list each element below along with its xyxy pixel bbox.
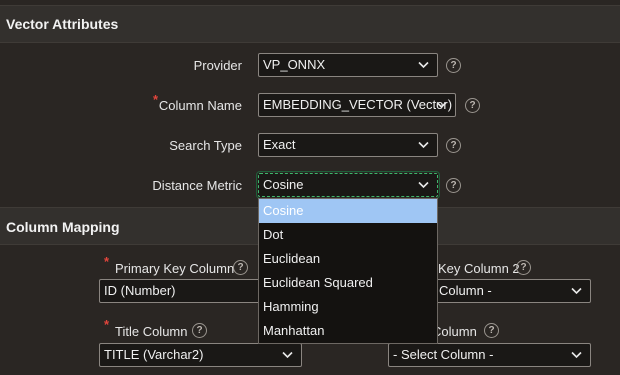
chevron-down-icon <box>418 61 429 69</box>
help-icon[interactable]: ? <box>446 178 461 193</box>
primary-key-select[interactable]: ID (Number) <box>99 279 279 303</box>
primary-key-value: ID (Number) <box>104 283 176 298</box>
fourth-column-select[interactable]: - Select Column - <box>388 343 591 367</box>
option-euclidean[interactable]: Euclidean <box>259 247 437 271</box>
required-asterisk: * <box>104 254 110 269</box>
provider-label: Provider <box>193 58 242 73</box>
chevron-down-icon <box>418 141 429 149</box>
title-column-value: TITLE (Varchar2) <box>104 347 204 362</box>
column-name-value: EMBEDDING_VECTOR (Vector) <box>263 97 453 112</box>
help-icon[interactable]: ? <box>516 260 531 275</box>
help-icon[interactable]: ? <box>233 260 248 275</box>
chevron-down-icon <box>418 181 429 189</box>
help-icon[interactable]: ? <box>192 323 207 338</box>
vector-attributes-title: Vector Attributes <box>6 16 119 32</box>
search-type-value: Exact <box>263 137 296 152</box>
primary-key-2-value: Column - <box>439 283 492 298</box>
column-name-select[interactable]: EMBEDDING_VECTOR (Vector) <box>258 93 456 117</box>
primary-key-label: Primary Key Column <box>115 261 235 276</box>
provider-select[interactable]: VP_ONNX <box>258 53 438 77</box>
required-asterisk: * <box>104 317 110 332</box>
column-mapping-title: Column Mapping <box>6 219 120 235</box>
distance-metric-label: Distance Metric <box>152 178 242 193</box>
search-type-select[interactable]: Exact <box>258 133 438 157</box>
distance-metric-select[interactable]: Cosine <box>256 171 440 199</box>
help-icon[interactable]: ? <box>446 58 461 73</box>
title-column-select[interactable]: TITLE (Varchar2) <box>99 343 302 367</box>
distance-metric-listbox: Cosine Dot Euclidean Euclidean Squared H… <box>258 198 438 344</box>
column-name-label: Column Name <box>158 98 242 113</box>
required-asterisk: * <box>153 92 159 107</box>
chevron-down-icon <box>282 351 293 359</box>
help-icon[interactable]: ? <box>465 98 480 113</box>
chevron-down-icon <box>571 351 582 359</box>
help-icon[interactable]: ? <box>446 138 461 153</box>
chevron-down-icon <box>571 287 582 295</box>
option-euclidean-squared[interactable]: Euclidean Squared <box>259 271 437 295</box>
primary-key-2-label: Key Column 2 <box>438 261 520 276</box>
distance-metric-value: Cosine <box>263 177 304 192</box>
option-hamming[interactable]: Hamming <box>259 295 437 319</box>
provider-value: VP_ONNX <box>263 57 326 72</box>
option-cosine[interactable]: Cosine <box>259 199 437 223</box>
option-manhattan[interactable]: Manhattan <box>259 319 437 343</box>
search-type-label: Search Type <box>169 138 242 153</box>
fourth-column-value: - Select Column - <box>393 347 494 362</box>
chevron-down-icon <box>436 101 447 109</box>
help-icon[interactable]: ? <box>484 323 499 338</box>
fourth-column-label: Column <box>432 324 477 339</box>
vector-attributes-header: Vector Attributes <box>0 5 620 43</box>
title-column-label: Title Column <box>115 324 188 339</box>
option-dot[interactable]: Dot <box>259 223 437 247</box>
